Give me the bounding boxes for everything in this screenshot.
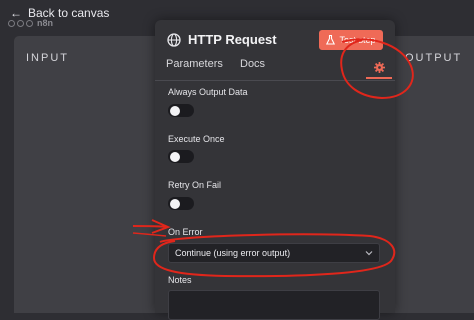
chevron-down-icon (365, 251, 373, 256)
always-output-toggle[interactable] (168, 104, 194, 117)
tab-settings[interactable] (366, 57, 392, 79)
execute-once-toggle[interactable] (168, 150, 194, 163)
retry-on-fail-toggle[interactable] (168, 197, 194, 210)
node-header: HTTP Request (167, 32, 277, 47)
node-title[interactable]: HTTP Request (188, 32, 277, 47)
globe-icon (167, 32, 181, 47)
input-panel-label: INPUT (26, 52, 69, 64)
test-step-label: Test step (339, 35, 376, 45)
on-error-select[interactable]: Continue (using error output) (168, 243, 380, 263)
logo-text: n8n (37, 18, 54, 28)
n8n-logo: n8n (8, 18, 53, 28)
retry-on-fail-label: Retry On Fail (168, 180, 222, 190)
node-tabs: Parameters Docs (155, 56, 395, 81)
on-error-label: On Error (168, 227, 203, 237)
output-panel: OUTPUT (392, 36, 474, 313)
input-panel: INPUT (14, 36, 159, 313)
logo-mark-icon (8, 19, 33, 27)
flask-icon (326, 35, 336, 45)
tab-docs[interactable]: Docs (240, 58, 265, 70)
gear-icon (373, 61, 385, 73)
output-panel-label: OUTPUT (405, 52, 463, 64)
notes-field[interactable] (168, 290, 380, 320)
always-output-label: Always Output Data (168, 87, 248, 97)
notes-label: Notes (168, 275, 192, 285)
tab-parameters[interactable]: Parameters (166, 58, 223, 70)
on-error-value: Continue (using error output) (175, 248, 291, 258)
execute-once-label: Execute Once (168, 134, 225, 144)
node-settings-modal: HTTP Request Test step Parameters Docs A… (155, 20, 395, 320)
test-step-button[interactable]: Test step (319, 30, 383, 50)
